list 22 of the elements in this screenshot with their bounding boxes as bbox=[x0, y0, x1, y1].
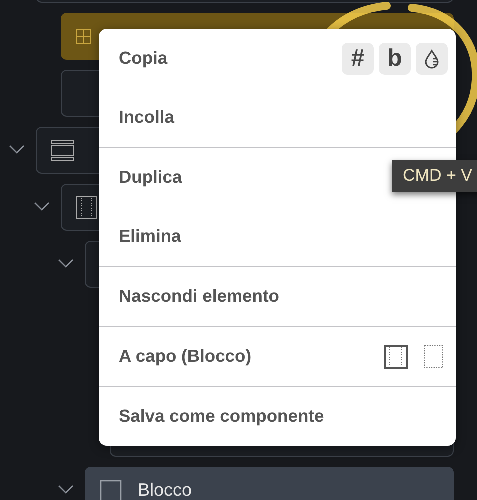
block-wrap-icon[interactable] bbox=[384, 344, 408, 368]
menu-item[interactable]: A capo (Blocco) bbox=[119, 346, 252, 367]
chevron-down-icon[interactable] bbox=[58, 259, 74, 269]
chevron-down-icon[interactable] bbox=[58, 485, 74, 495]
menu-item[interactable]: Salva come componente bbox=[119, 406, 324, 427]
node-label: Blocco bbox=[138, 480, 192, 500]
inline-wrap-icon[interactable] bbox=[424, 344, 444, 368]
shortcut-tooltip: CMD + V bbox=[392, 160, 477, 192]
menu-item[interactable]: Duplica bbox=[119, 167, 182, 188]
columns-icon bbox=[76, 196, 98, 220]
menu-item[interactable]: Copia bbox=[119, 48, 168, 69]
grid-icon bbox=[76, 28, 92, 44]
section-icon bbox=[51, 140, 75, 162]
menu-item[interactable]: Elimina bbox=[119, 226, 182, 247]
chevron-down-icon[interactable] bbox=[9, 145, 25, 155]
chevron-down-icon[interactable] bbox=[34, 202, 50, 212]
menu-item[interactable]: Incolla bbox=[119, 107, 174, 128]
format-chip[interactable]: b bbox=[379, 42, 411, 74]
menu-item[interactable]: Nascondi elemento bbox=[119, 286, 280, 307]
format-chip[interactable]: # bbox=[342, 42, 374, 74]
tree-node[interactable]: Blocco bbox=[85, 467, 454, 500]
drop-icon[interactable] bbox=[416, 42, 448, 74]
